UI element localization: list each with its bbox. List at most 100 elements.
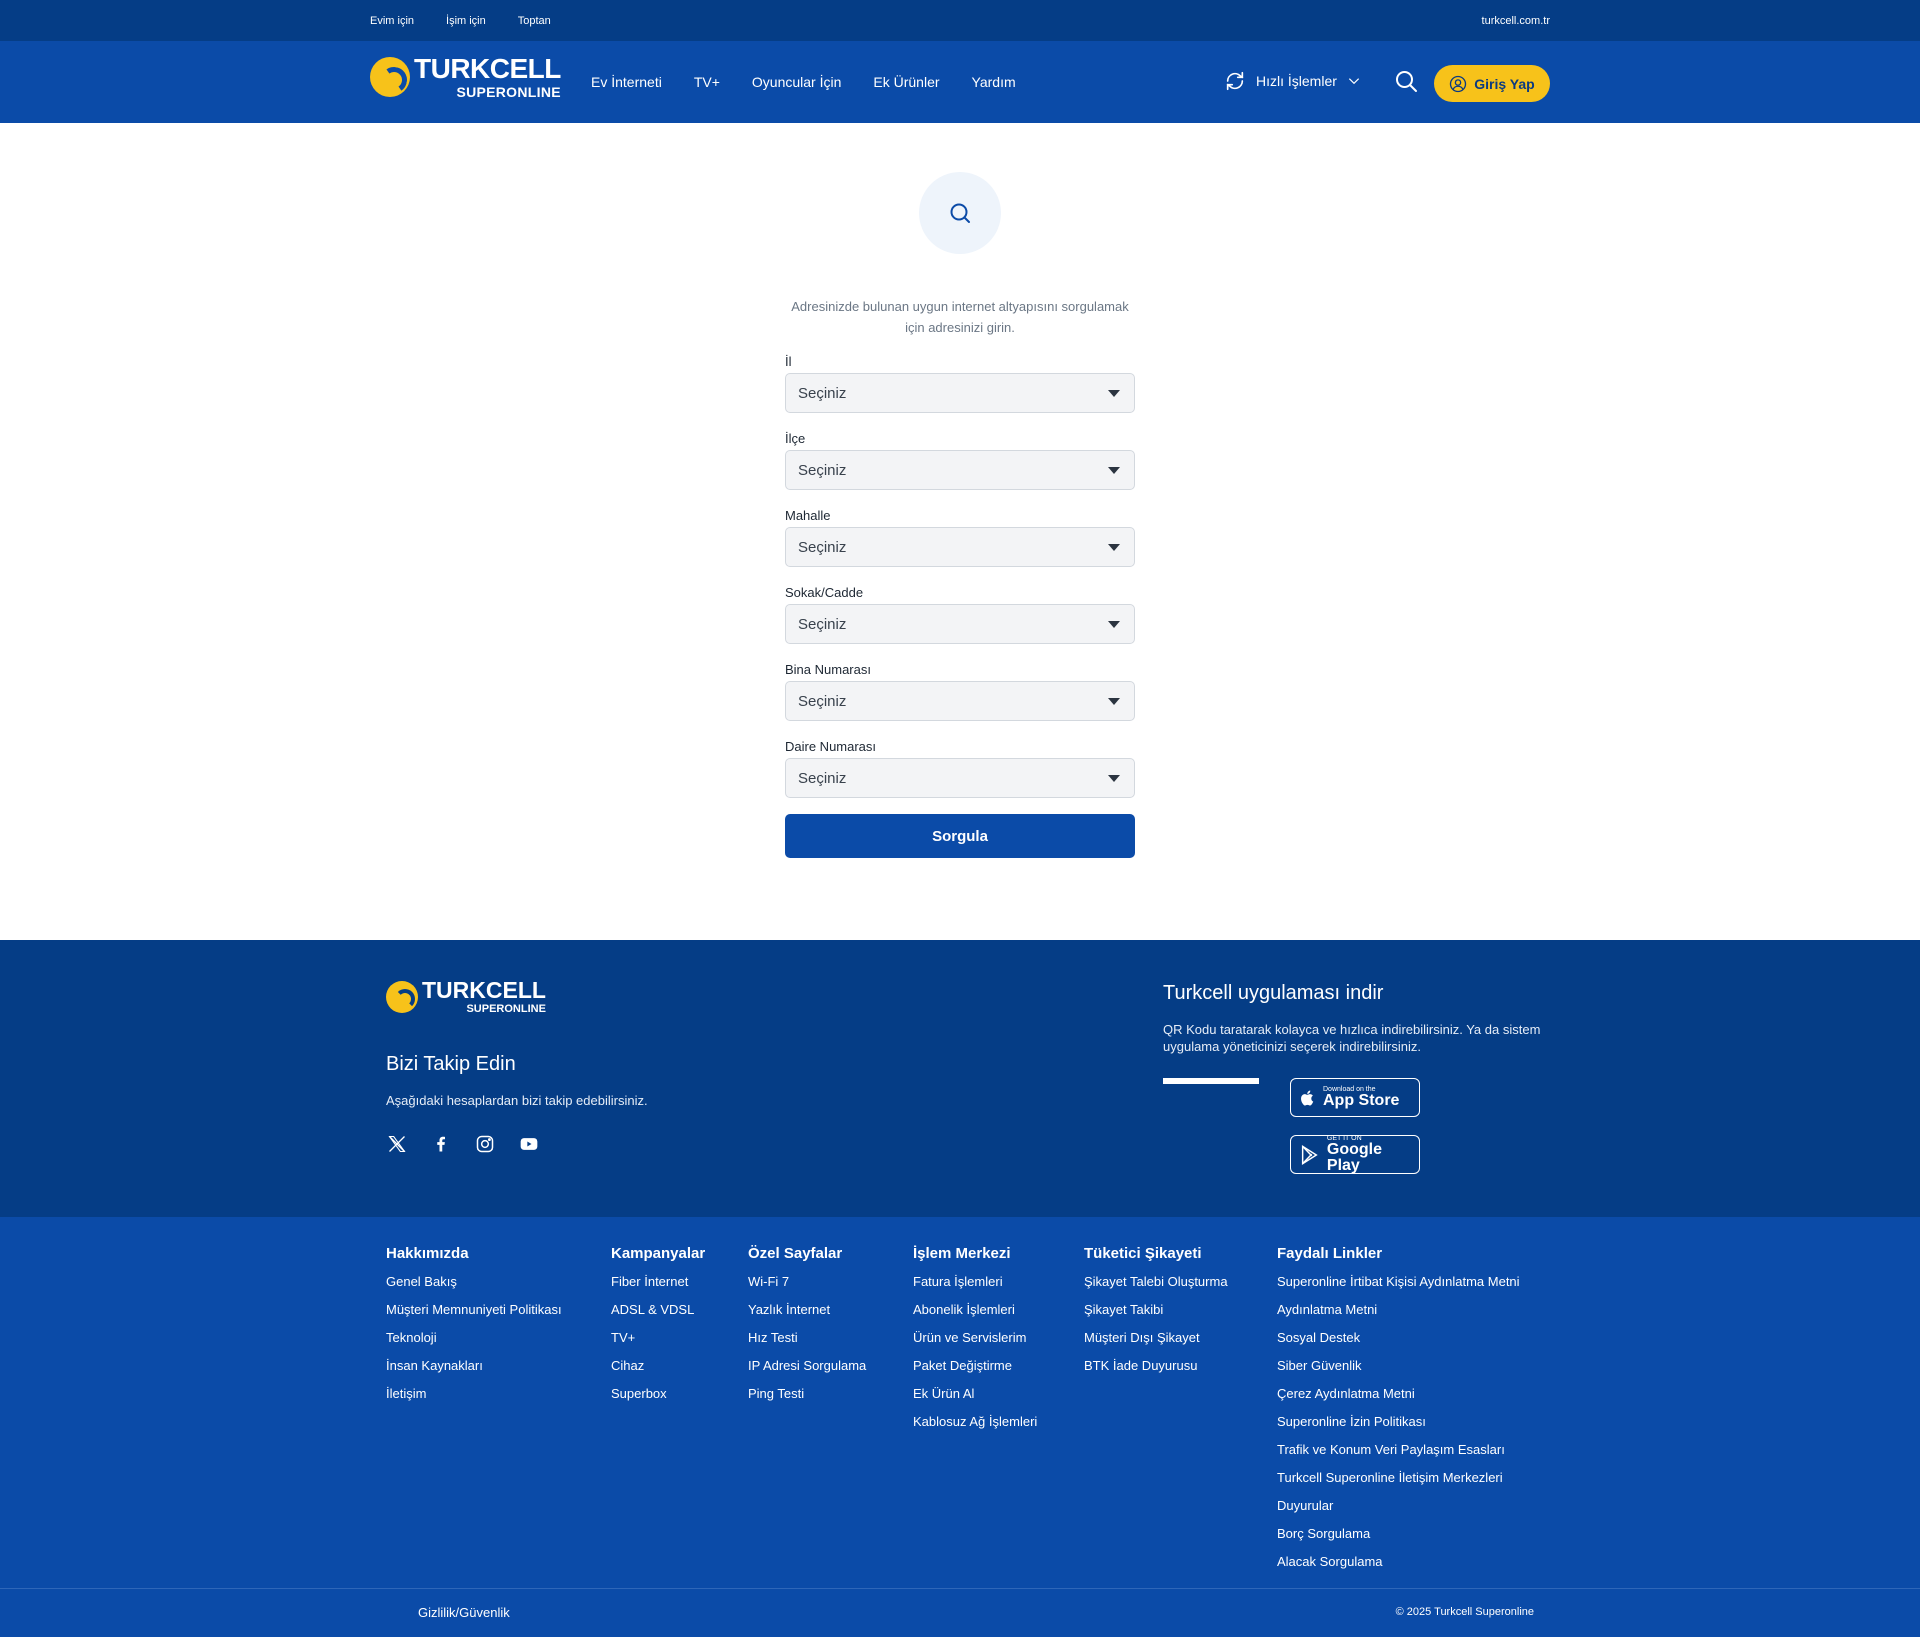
footer-link[interactable]: Şikayet Talebi Oluşturma bbox=[1084, 1273, 1228, 1301]
footer-link[interactable]: Paket Değiştirme bbox=[913, 1357, 1037, 1385]
footer-link[interactable]: Müşteri Memnuniyeti Politikası bbox=[386, 1301, 562, 1329]
footer-link[interactable]: Sosyal Destek bbox=[1277, 1329, 1520, 1357]
footer-link[interactable]: Fiber İnternet bbox=[611, 1273, 705, 1301]
nav-oyuncular[interactable]: Oyuncular İçin bbox=[752, 74, 841, 90]
turkcell-superonline-logo[interactable]: TURKCELL SUPERONLINE bbox=[370, 55, 561, 99]
il-select[interactable]: Seçiniz bbox=[785, 373, 1135, 413]
footer-link[interactable]: Çerez Aydınlatma Metni bbox=[1277, 1385, 1520, 1413]
footer-link[interactable]: Ping Testi bbox=[748, 1385, 866, 1413]
footer-link[interactable]: Genel Bakış bbox=[386, 1273, 562, 1301]
footer-col-ozel-sayfalar: Özel Sayfalar Wi-Fi 7 Yazlık İnternet Hı… bbox=[748, 1245, 866, 1413]
footer-link[interactable]: Turkcell Superonline İletişim Merkezleri bbox=[1277, 1469, 1520, 1497]
footer-link[interactable]: Kablosuz Ağ İşlemleri bbox=[913, 1413, 1037, 1441]
footer-col-tuketici-sikayeti: Tüketici Şikayeti Şikayet Talebi Oluştur… bbox=[1084, 1245, 1228, 1385]
footer-logo[interactable]: TURKCELL SUPERONLINE bbox=[386, 979, 546, 1015]
sokak-value: Seçiniz bbox=[798, 615, 847, 633]
turkcell-logo-icon bbox=[386, 981, 418, 1013]
login-label: Giriş Yap bbox=[1474, 75, 1535, 92]
footer-link[interactable]: Ek Ürün Al bbox=[913, 1385, 1037, 1413]
footer-link[interactable]: Abonelik İşlemleri bbox=[913, 1301, 1037, 1329]
footer-link[interactable]: Müşteri Dışı Şikayet bbox=[1084, 1329, 1228, 1357]
daire-select[interactable]: Seçiniz bbox=[785, 758, 1135, 798]
footer-link[interactable]: TV+ bbox=[611, 1329, 705, 1357]
facebook-icon[interactable] bbox=[430, 1133, 452, 1155]
sokak-select[interactable]: Seçiniz bbox=[785, 604, 1135, 644]
search-illustration bbox=[919, 172, 1001, 254]
segment-links: Evim için İşim için Toptan bbox=[370, 15, 551, 27]
footer-link[interactable]: Trafik ve Konum Veri Paylaşım Esasları bbox=[1277, 1441, 1520, 1469]
bina-field: Bina Numarası Seçiniz bbox=[785, 662, 1135, 721]
segment-link-business[interactable]: İşim için bbox=[446, 15, 486, 27]
daire-value: Seçiniz bbox=[798, 769, 847, 787]
footer-link[interactable]: Yazlık İnternet bbox=[748, 1301, 866, 1329]
turkcell-logo-icon bbox=[370, 57, 410, 97]
login-button[interactable]: Giriş Yap bbox=[1434, 65, 1550, 102]
footer-link[interactable]: BTK İade Duyurusu bbox=[1084, 1357, 1228, 1385]
footer-link[interactable]: Ürün ve Servislerim bbox=[913, 1329, 1037, 1357]
footer-link[interactable]: İnsan Kaynakları bbox=[386, 1357, 562, 1385]
google-play-button[interactable]: GET IT ON Google Play bbox=[1290, 1135, 1420, 1174]
caret-down-icon bbox=[1108, 621, 1120, 628]
ilce-select[interactable]: Seçiniz bbox=[785, 450, 1135, 490]
bina-select[interactable]: Seçiniz bbox=[785, 681, 1135, 721]
footer-link[interactable]: Duyurular bbox=[1277, 1497, 1520, 1525]
nav-ev-interneti[interactable]: Ev İnterneti bbox=[591, 74, 662, 90]
footer-link[interactable]: Teknoloji bbox=[386, 1329, 562, 1357]
mahalle-label: Mahalle bbox=[785, 508, 831, 523]
footer-link[interactable]: Siber Güvenlik bbox=[1277, 1357, 1520, 1385]
segment-link-wholesale[interactable]: Toptan bbox=[518, 15, 551, 27]
footer-col-hakkimizda: Hakkımızda Genel Bakış Müşteri Memnuniye… bbox=[386, 1245, 562, 1413]
caret-down-icon bbox=[1108, 390, 1120, 397]
segment-link-home[interactable]: Evim için bbox=[370, 15, 414, 27]
footer-link[interactable]: İletişim bbox=[386, 1385, 562, 1413]
footer-link[interactable]: Hız Testi bbox=[748, 1329, 866, 1357]
social-links bbox=[386, 1133, 540, 1155]
footer-link[interactable]: IP Adresi Sorgulama bbox=[748, 1357, 866, 1385]
instagram-icon[interactable] bbox=[474, 1133, 496, 1155]
x-icon[interactable] bbox=[386, 1133, 408, 1155]
nav-ek-urunler[interactable]: Ek Ürünler bbox=[873, 74, 939, 90]
nav-yardim[interactable]: Yardım bbox=[972, 74, 1016, 90]
footer-col-islem-merkezi: İşlem Merkezi Fatura İşlemleri Abonelik … bbox=[913, 1245, 1037, 1441]
footer-col-title: Kampanyalar bbox=[611, 1245, 706, 1262]
footer-link[interactable]: Superbox bbox=[611, 1385, 705, 1413]
footer-link[interactable]: Fatura İşlemleri bbox=[913, 1273, 1037, 1301]
quick-actions-label: Hızlı İşlemler bbox=[1256, 73, 1337, 89]
footer-links: Hakkımızda Genel Bakış Müşteri Memnuniye… bbox=[0, 1217, 1920, 1588]
logo-text: TURKCELL bbox=[414, 53, 561, 84]
footer-link[interactable]: Wi-Fi 7 bbox=[748, 1273, 866, 1301]
caret-down-icon bbox=[1108, 775, 1120, 782]
app-store-button[interactable]: Download on the App Store bbox=[1290, 1078, 1420, 1117]
turkcell-site-link[interactable]: turkcell.com.tr bbox=[1482, 15, 1550, 27]
bina-value: Seçiniz bbox=[798, 692, 847, 710]
app-store-label: App Store bbox=[1323, 1092, 1400, 1109]
mahalle-select[interactable]: Seçiniz bbox=[785, 527, 1135, 567]
logo-subtext: SUPERONLINE bbox=[456, 84, 561, 100]
quick-actions-dropdown[interactable]: Hızlı İşlemler bbox=[1224, 70, 1361, 92]
footer-col-title: İşlem Merkezi bbox=[913, 1245, 1011, 1262]
search-icon[interactable] bbox=[1394, 69, 1418, 93]
google-play-icon bbox=[1301, 1144, 1318, 1165]
main-header: TURKCELL SUPERONLINE Ev İnterneti TV+ Oy… bbox=[0, 41, 1920, 123]
footer-link[interactable]: Cihaz bbox=[611, 1357, 705, 1385]
footer-link[interactable]: Şikayet Takibi bbox=[1084, 1301, 1228, 1329]
footer-link[interactable]: Aydınlatma Metni bbox=[1277, 1301, 1520, 1329]
footer-link[interactable]: ADSL & VDSL bbox=[611, 1301, 705, 1329]
nav-tv-plus[interactable]: TV+ bbox=[694, 74, 720, 90]
top-bar: Evim için İşim için Toptan turkcell.com.… bbox=[0, 0, 1920, 41]
caret-down-icon bbox=[1108, 467, 1120, 474]
privacy-link[interactable]: Gizlilik/Güvenlik bbox=[418, 1605, 510, 1620]
follow-title: Bizi Takip Edin bbox=[386, 1053, 516, 1075]
footer-bottom: Gizlilik/Güvenlik © 2025 Turkcell Supero… bbox=[0, 1588, 1920, 1637]
footer-link[interactable]: Alacak Sorgulama bbox=[1277, 1553, 1520, 1581]
footer-link[interactable]: Superonline İrtibat Kişisi Aydınlatma Me… bbox=[1277, 1273, 1520, 1301]
apple-icon bbox=[1301, 1090, 1314, 1106]
sorgula-button[interactable]: Sorgula bbox=[785, 814, 1135, 858]
footer-link[interactable]: Superonline İzin Politikası bbox=[1277, 1413, 1520, 1441]
main-nav: Ev İnterneti TV+ Oyuncular İçin Ek Ürünl… bbox=[591, 74, 1016, 90]
caret-down-icon bbox=[1108, 698, 1120, 705]
youtube-icon[interactable] bbox=[518, 1133, 540, 1155]
copyright-text: © 2025 Turkcell Superonline bbox=[1395, 1606, 1534, 1618]
footer-col-title: Faydalı Linkler bbox=[1277, 1245, 1383, 1262]
footer-link[interactable]: Borç Sorgulama bbox=[1277, 1525, 1520, 1553]
